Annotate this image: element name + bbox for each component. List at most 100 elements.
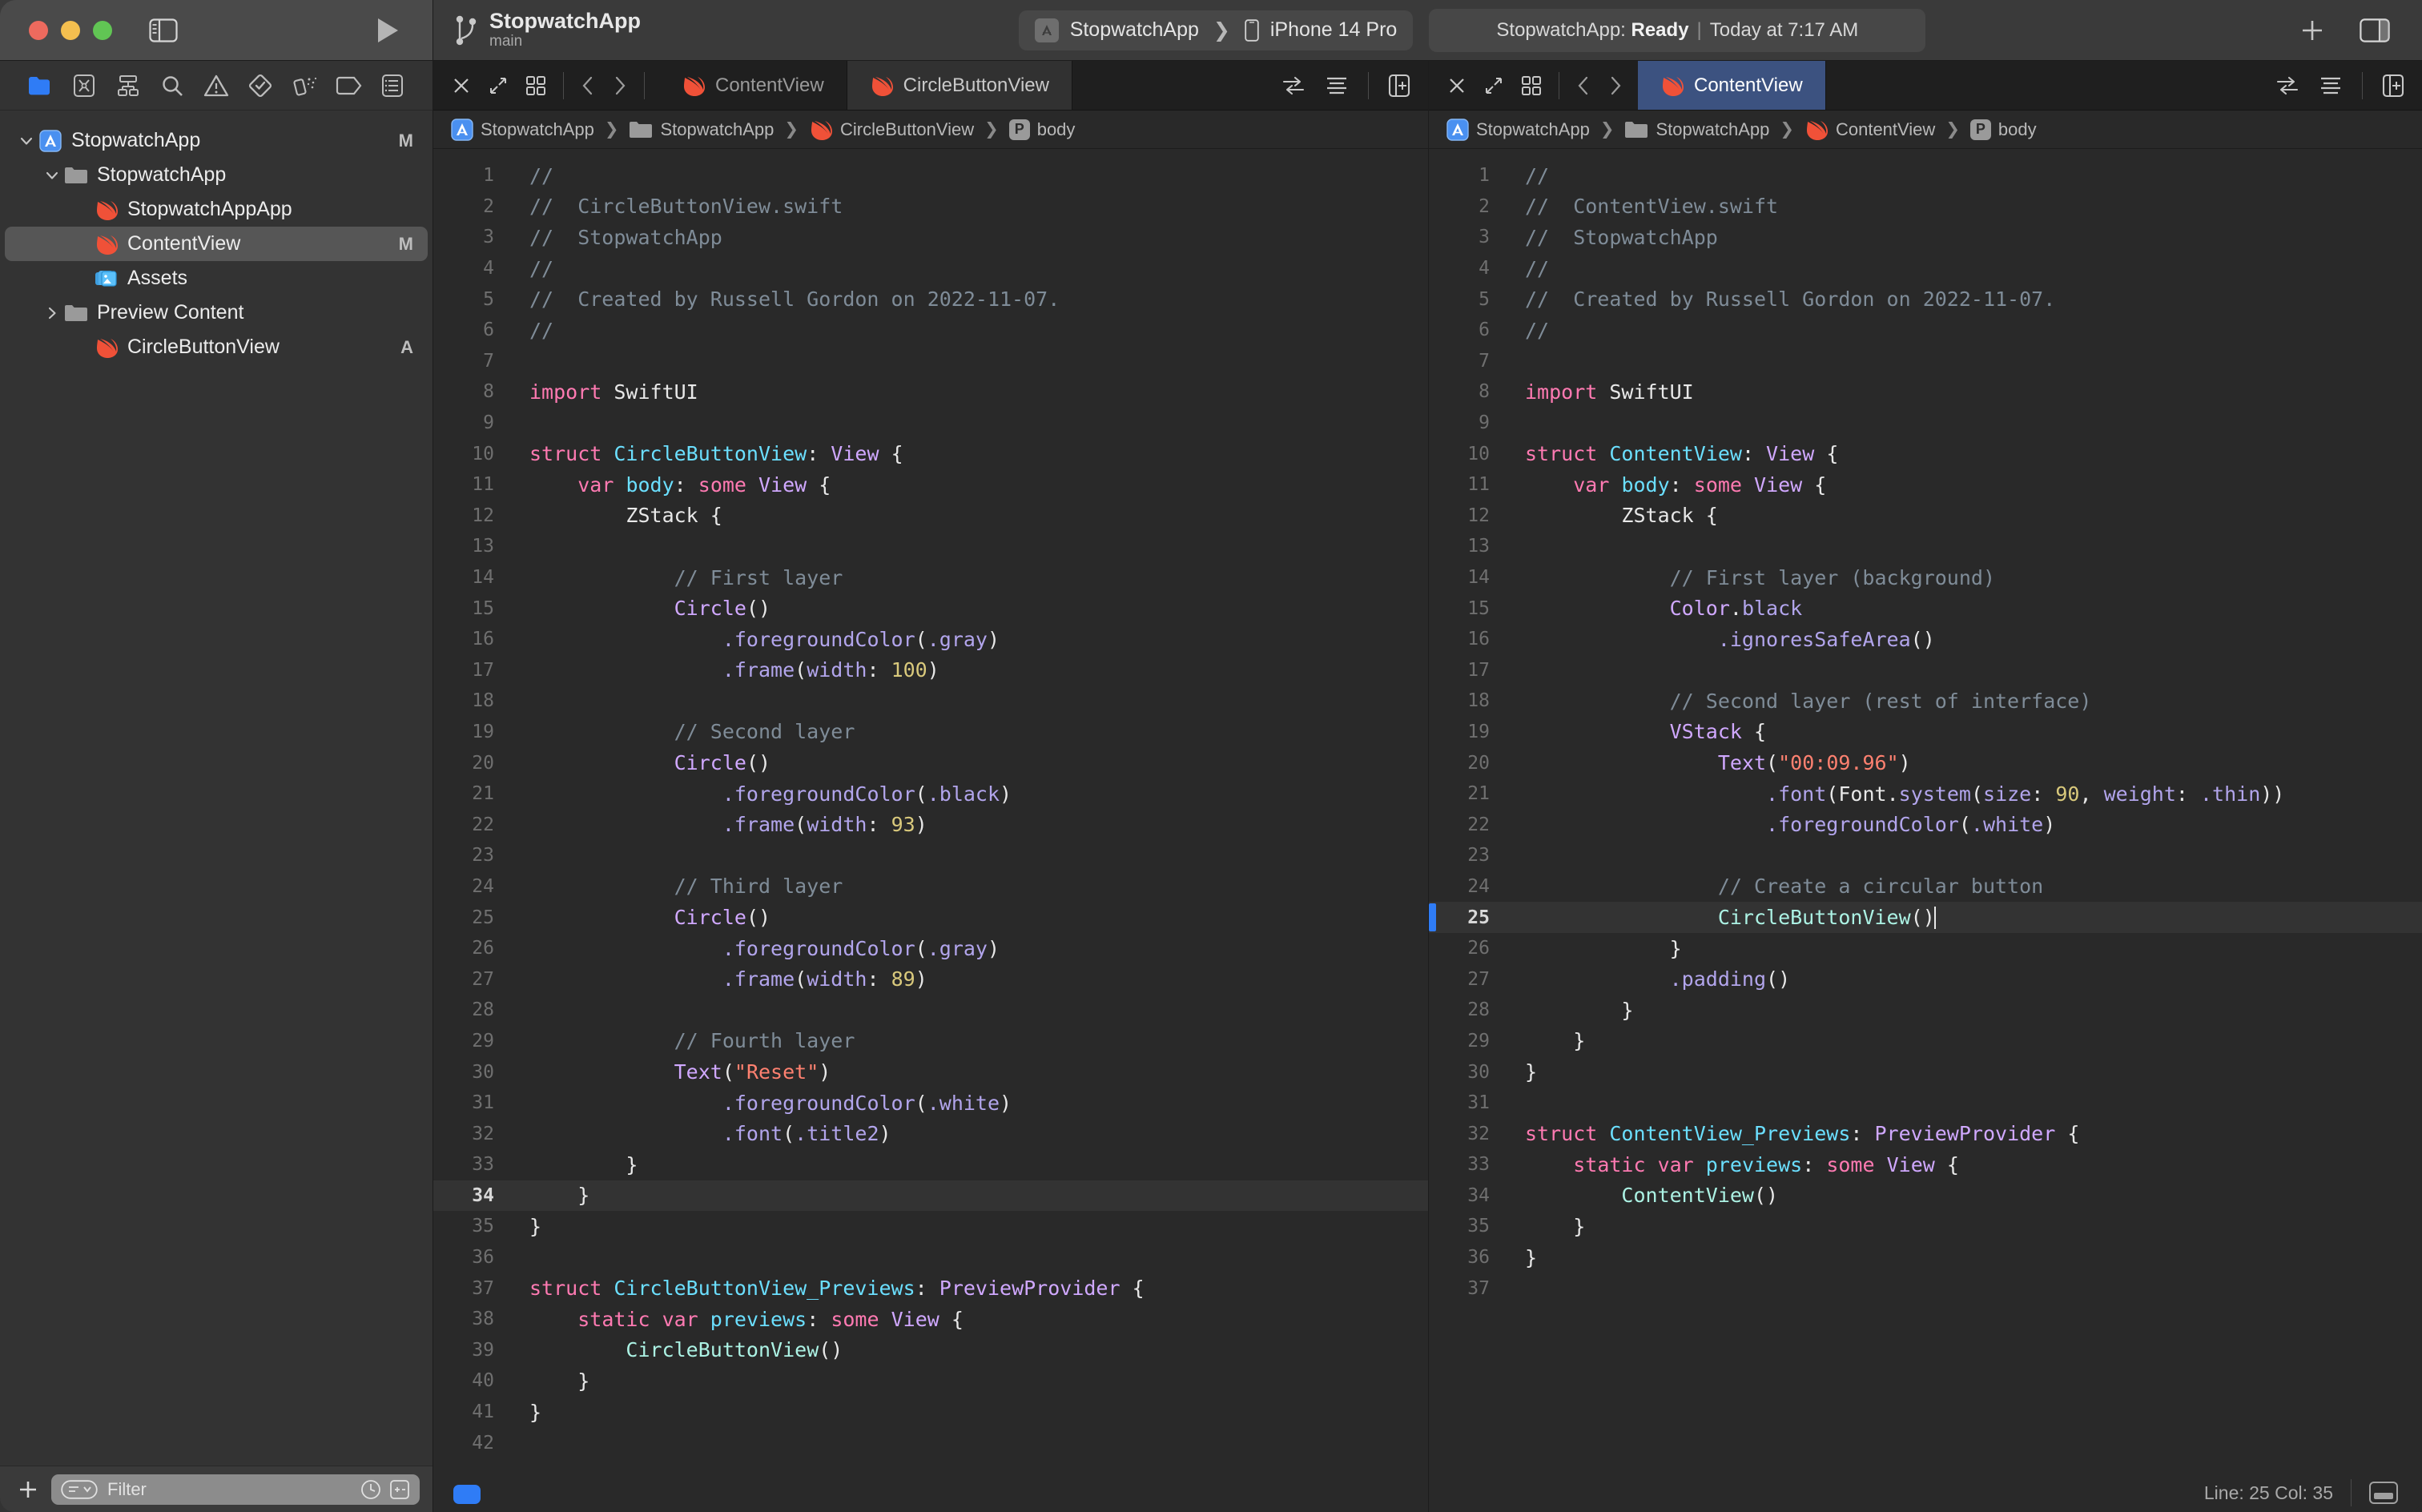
code-line[interactable]: 36 — [433, 1242, 1428, 1273]
code-line[interactable]: 30 Text("Reset") — [433, 1056, 1428, 1088]
code-line[interactable]: 32 .font(.title2) — [433, 1118, 1428, 1149]
code-line[interactable]: 20 Circle() — [433, 747, 1428, 778]
navigate-back-icon[interactable] — [1575, 75, 1591, 96]
code-line[interactable]: 3// StopwatchApp — [1429, 222, 2422, 253]
breadcrumb[interactable]: StopwatchApp❯StopwatchApp❯ContentView❯Pb… — [1429, 111, 2422, 149]
code-line[interactable]: 15 Circle() — [433, 593, 1428, 624]
code-line[interactable]: 7 — [1429, 346, 2422, 377]
code-editor-right[interactable]: 1//2// ContentView.swift3// StopwatchApp… — [1429, 149, 2422, 1512]
code-line[interactable]: 17 .frame(width: 100) — [433, 655, 1428, 686]
sidebar-item-preview-content[interactable]: Preview Content — [5, 296, 428, 330]
code-line[interactable]: 6// — [433, 315, 1428, 346]
code-line[interactable]: 24 // Third layer — [433, 871, 1428, 903]
add-editor-right-icon[interactable] — [1388, 74, 1410, 98]
minimap-icon[interactable] — [2319, 74, 2343, 97]
find-navigator-icon[interactable] — [159, 72, 186, 99]
chevron-right-icon[interactable] — [44, 305, 60, 321]
editor-options-icon[interactable] — [1520, 74, 1543, 97]
close-editor-icon[interactable] — [1446, 75, 1467, 96]
code-line[interactable]: 12 ZStack { — [1429, 501, 2422, 532]
code-line[interactable]: 25 Circle() — [433, 902, 1428, 933]
sidebar-item-circlebuttonview[interactable]: CircleButtonViewA — [5, 330, 428, 364]
tab-circlebuttonview[interactable]: CircleButtonView — [847, 61, 1072, 110]
run-button[interactable] — [375, 17, 400, 44]
code-line[interactable]: 15 Color.black — [1429, 593, 2422, 624]
code-line[interactable]: 31 — [1429, 1088, 2422, 1119]
code-line[interactable]: 40 } — [433, 1365, 1428, 1397]
code-line[interactable]: 16 .ignoresSafeArea() — [1429, 624, 2422, 655]
recent-icon[interactable] — [360, 1479, 381, 1500]
code-line[interactable]: 24 // Create a circular button — [1429, 871, 2422, 903]
code-line[interactable]: 38 static var previews: some View { — [433, 1304, 1428, 1335]
chevron-down-icon[interactable] — [18, 133, 34, 149]
editor-left-tab-list[interactable]: ContentViewCircleButtonView — [659, 61, 1264, 110]
code-line[interactable]: 41} — [433, 1397, 1428, 1428]
code-line[interactable]: 4// — [1429, 253, 2422, 284]
breadcrumb-item[interactable]: ContentView — [1804, 119, 1935, 141]
close-button[interactable] — [29, 21, 48, 40]
code-line[interactable]: 10struct ContentView: View { — [1429, 438, 2422, 469]
code-line[interactable]: 1// — [1429, 160, 2422, 191]
tab-contentview[interactable]: ContentView — [659, 61, 847, 110]
navigate-forward-icon[interactable] — [612, 75, 628, 96]
code-line[interactable]: 13 — [1429, 531, 2422, 562]
code-line[interactable]: 27 .frame(width: 89) — [433, 963, 1428, 995]
code-line[interactable]: 34 } — [433, 1180, 1428, 1212]
code-line[interactable]: 12 ZStack { — [433, 501, 1428, 532]
code-line[interactable]: 8import SwiftUI — [1429, 376, 2422, 408]
close-editor-icon[interactable] — [451, 75, 472, 96]
sidebar-item-stopwatchapp[interactable]: StopwatchApp — [5, 158, 428, 192]
code-line[interactable]: 34 ContentView() — [1429, 1180, 2422, 1212]
code-line[interactable]: 5// Created by Russell Gordon on 2022-11… — [1429, 284, 2422, 315]
expand-editor-icon[interactable] — [1483, 75, 1504, 96]
breadcrumb-item[interactable]: Pbody — [1970, 119, 2037, 140]
code-line[interactable]: 2// ContentView.swift — [1429, 191, 2422, 223]
code-line[interactable]: 37struct CircleButtonView_Previews: Prev… — [433, 1273, 1428, 1304]
test-navigator-icon[interactable] — [247, 72, 274, 99]
minimize-button[interactable] — [61, 21, 80, 40]
code-line[interactable]: 14 // First layer (background) — [1429, 562, 2422, 593]
debug-navigator-icon[interactable] — [291, 72, 318, 99]
code-line[interactable]: 20 Text("00:09.96") — [1429, 747, 2422, 778]
code-line[interactable]: 39 CircleButtonView() — [433, 1335, 1428, 1366]
toggle-inspector-icon[interactable] — [2360, 18, 2390, 42]
breadcrumb-item[interactable]: StopwatchApp — [1624, 119, 1769, 140]
code-line[interactable]: 22 .foregroundColor(.white) — [1429, 809, 2422, 840]
code-line[interactable]: 18 // Second layer (rest of interface) — [1429, 686, 2422, 717]
navigate-forward-icon[interactable] — [1607, 75, 1623, 96]
code-line[interactable]: 37 — [1429, 1273, 2422, 1304]
breadcrumb-item[interactable]: Pbody — [1009, 119, 1076, 140]
code-line[interactable]: 6// — [1429, 315, 2422, 346]
activity-status-bar[interactable]: StopwatchApp: Ready|Today at 7:17 AM — [1429, 9, 1925, 52]
code-line[interactable]: 4// — [433, 253, 1428, 284]
project-navigator-icon[interactable] — [26, 72, 54, 99]
code-line[interactable]: 42 — [433, 1427, 1428, 1458]
code-line[interactable]: 29 // Fourth layer — [433, 1026, 1428, 1057]
breadcrumb-item[interactable]: StopwatchApp — [1446, 119, 1590, 141]
breakpoint-navigator-icon[interactable] — [335, 72, 362, 99]
sidebar-item-assets[interactable]: Assets — [5, 261, 428, 296]
add-editor-right-icon[interactable] — [2382, 74, 2404, 98]
code-line[interactable]: 35} — [433, 1211, 1428, 1242]
code-line[interactable]: 21 .foregroundColor(.black) — [433, 778, 1428, 810]
source-control-navigator-icon[interactable] — [70, 72, 98, 99]
code-line[interactable]: 30} — [1429, 1056, 2422, 1088]
code-line[interactable]: 26 .foregroundColor(.gray) — [433, 933, 1428, 964]
code-line[interactable]: 36} — [1429, 1242, 2422, 1273]
code-line[interactable]: 32struct ContentView_Previews: PreviewPr… — [1429, 1118, 2422, 1149]
code-line[interactable]: 16 .foregroundColor(.gray) — [433, 624, 1428, 655]
related-items-icon[interactable] — [1281, 74, 1306, 97]
code-line[interactable]: 35 } — [1429, 1211, 2422, 1242]
sidebar-item-contentview[interactable]: ContentViewM — [5, 227, 428, 261]
navigate-back-icon[interactable] — [580, 75, 596, 96]
related-items-icon[interactable] — [2275, 74, 2299, 97]
issue-navigator-icon[interactable] — [203, 72, 230, 99]
project-file-tree[interactable]: StopwatchAppMStopwatchAppStopwatchAppApp… — [0, 111, 432, 1466]
editor-right-tab-list[interactable]: ContentView — [1638, 61, 2258, 110]
code-line[interactable]: 23 — [1429, 840, 2422, 871]
code-line[interactable]: 3// StopwatchApp — [433, 222, 1428, 253]
sidebar-item-stopwatchappapp[interactable]: StopwatchAppApp — [5, 192, 428, 227]
source-control-filter-icon[interactable] — [389, 1479, 410, 1500]
code-line[interactable]: 10struct CircleButtonView: View { — [433, 438, 1428, 469]
breadcrumb-item[interactable]: CircleButtonView — [809, 119, 974, 141]
